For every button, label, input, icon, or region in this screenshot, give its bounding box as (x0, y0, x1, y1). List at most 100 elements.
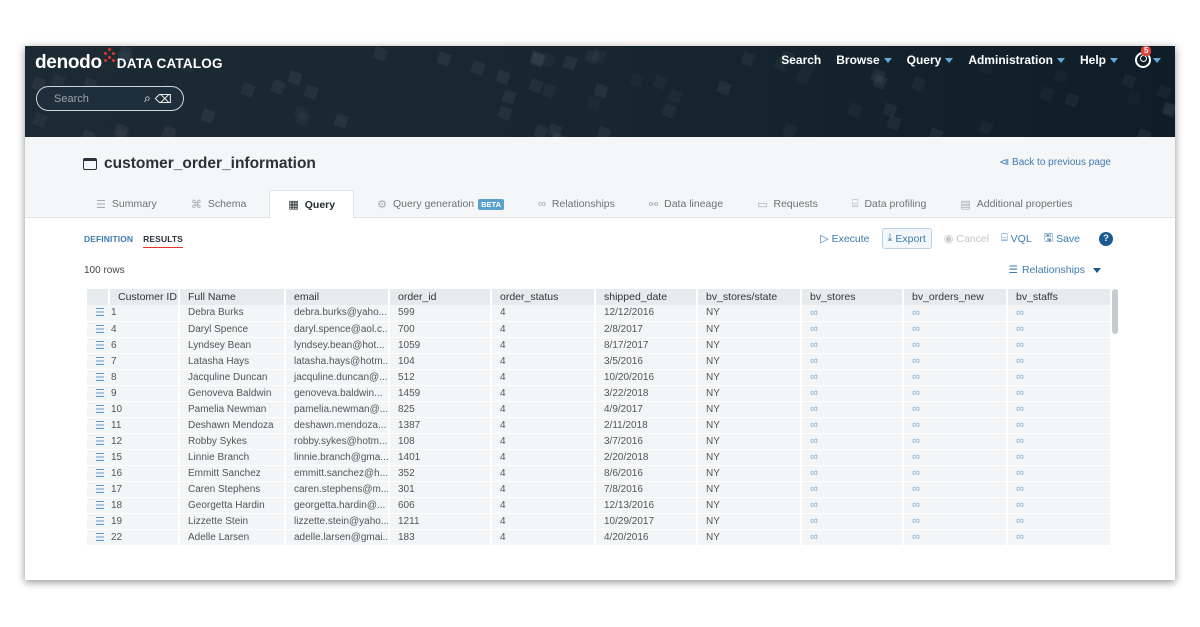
tab-data-lineage[interactable]: ⚯ Data lineage (638, 190, 734, 218)
link-icon[interactable]: ∞ (810, 515, 818, 527)
table-row[interactable]: ☰ 1 Debra Burks debra.burks@yaho... 599 4 12/1… (87, 305, 1112, 322)
relationship-link-cell[interactable]: ∞ (1007, 529, 1112, 546)
relationship-link-cell[interactable]: ∞ (903, 369, 1008, 386)
link-icon[interactable]: ∞ (912, 419, 920, 431)
relationship-link-cell[interactable]: ∞ (903, 449, 1008, 466)
relationship-link-cell[interactable]: ∞ (1007, 481, 1112, 498)
link-icon[interactable]: ∞ (1016, 451, 1024, 463)
nav-administration[interactable]: Administration (968, 53, 1065, 67)
nav-search[interactable]: Search (781, 53, 821, 67)
link-icon[interactable]: ∞ (810, 451, 818, 463)
relationship-link-cell[interactable]: ∞ (1007, 321, 1112, 338)
column-header[interactable]: Full Name (179, 289, 286, 305)
table-row[interactable]: ☰ 17 Caren Stephens caren.stephens@m... 301 4… (87, 481, 1112, 498)
relationship-link-cell[interactable]: ∞ (1007, 385, 1112, 402)
clear-search-icon[interactable]: ⌫ (155, 92, 172, 106)
link-icon[interactable]: ∞ (1016, 323, 1024, 335)
relationship-link-cell[interactable]: ∞ (903, 497, 1008, 514)
relationship-link-cell[interactable]: ∞ (903, 417, 1008, 434)
tab-requests[interactable]: ▭ Requests (746, 190, 829, 218)
table-row[interactable]: ☰ 19 Lizzette Stein lizzette.stein@yaho... 1… (87, 513, 1112, 530)
row-details-icon[interactable]: ☰ (87, 385, 109, 402)
row-details-icon[interactable]: ☰ (87, 401, 109, 418)
link-icon[interactable]: ∞ (912, 323, 920, 335)
row-details-icon[interactable]: ☰ (87, 433, 109, 450)
link-icon[interactable]: ∞ (912, 499, 920, 511)
table-row[interactable]: ☰ 12 Robby Sykes robby.sykes@hotm... 108 4 3/7… (87, 433, 1112, 450)
tab-additional-properties[interactable]: ▤ Additional properties (949, 190, 1083, 218)
relationship-link-cell[interactable]: ∞ (801, 433, 904, 450)
row-details-icon[interactable]: ☰ (87, 529, 109, 546)
link-icon[interactable]: ∞ (810, 307, 818, 319)
relationship-link-cell[interactable]: ∞ (801, 385, 904, 402)
relationship-link-cell[interactable]: ∞ (903, 353, 1008, 370)
relationship-link-cell[interactable]: ∞ (903, 529, 1008, 546)
relationship-link-cell[interactable]: ∞ (1007, 449, 1112, 466)
relationship-link-cell[interactable]: ∞ (903, 433, 1008, 450)
table-row[interactable]: ☰ 22 Adelle Larsen adelle.larsen@gmai... 183… (87, 529, 1112, 546)
row-details-icon[interactable]: ☰ (87, 465, 109, 482)
relationship-link-cell[interactable]: ∞ (903, 321, 1008, 338)
user-menu[interactable]: 5 (1135, 46, 1161, 68)
table-scrollbar[interactable] (1112, 289, 1118, 334)
relationship-link-cell[interactable]: ∞ (1007, 337, 1112, 354)
link-icon[interactable]: ∞ (912, 307, 920, 319)
row-details-icon[interactable]: ☰ (87, 497, 109, 514)
column-header[interactable]: email (285, 289, 390, 305)
relationship-link-cell[interactable]: ∞ (801, 337, 904, 354)
row-details-icon[interactable]: ☰ (87, 369, 109, 386)
export-button[interactable]: ⤓ Export (881, 228, 932, 249)
relationship-link-cell[interactable]: ∞ (1007, 513, 1112, 530)
denodo-logo[interactable]: denodo DATA CATALOG (35, 48, 223, 74)
column-header[interactable]: Customer ID (109, 289, 180, 305)
link-icon[interactable]: ∞ (912, 339, 920, 351)
row-details-icon[interactable]: ☰ (87, 321, 109, 338)
nav-help[interactable]: Help (1080, 53, 1118, 67)
relationship-link-cell[interactable]: ∞ (801, 497, 904, 514)
link-icon[interactable]: ∞ (1016, 371, 1024, 383)
column-header[interactable]: bv_stores (801, 289, 904, 305)
relationship-link-cell[interactable]: ∞ (1007, 417, 1112, 434)
relationship-link-cell[interactable]: ∞ (1007, 353, 1112, 370)
vql-button[interactable]: ⌸ VQL (1001, 228, 1032, 249)
link-icon[interactable]: ∞ (810, 403, 818, 415)
search-input[interactable] (54, 92, 140, 105)
column-header[interactable]: bv_stores/state (697, 289, 802, 305)
column-header[interactable]: order_id (389, 289, 492, 305)
relationship-link-cell[interactable]: ∞ (1007, 433, 1112, 450)
tab-relationships[interactable]: ∞ Relationships (527, 190, 626, 218)
relationship-link-cell[interactable]: ∞ (801, 305, 904, 322)
link-icon[interactable]: ∞ (1016, 435, 1024, 447)
relationship-link-cell[interactable]: ∞ (1007, 305, 1112, 322)
link-icon[interactable]: ∞ (1016, 403, 1024, 415)
tab-summary[interactable]: ☰ Summary (85, 190, 168, 218)
relationship-link-cell[interactable]: ∞ (903, 305, 1008, 322)
relationship-link-cell[interactable]: ∞ (801, 401, 904, 418)
link-icon[interactable]: ∞ (912, 451, 920, 463)
link-icon[interactable]: ∞ (810, 371, 818, 383)
save-button[interactable]: 🖫 Save (1044, 228, 1080, 249)
relationships-dropdown[interactable]: ☰ Relationships (1009, 264, 1101, 276)
tab-query[interactable]: ▦ Query (269, 190, 355, 218)
table-row[interactable]: ☰ 4 Daryl Spence daryl.spence@aol.c... 700 4 2… (87, 321, 1112, 338)
relationship-link-cell[interactable]: ∞ (801, 417, 904, 434)
link-icon[interactable]: ∞ (1016, 419, 1024, 431)
table-row[interactable]: ☰ 18 Georgetta Hardin georgetta.hardin@... 6… (87, 497, 1112, 514)
tab-data-profiling[interactable]: ⌸ Data profiling (841, 190, 937, 218)
link-icon[interactable]: ∞ (912, 403, 920, 415)
relationship-link-cell[interactable]: ∞ (903, 513, 1008, 530)
tab-query-generation[interactable]: ⚙ Query generation BETA (366, 190, 515, 218)
link-icon[interactable]: ∞ (810, 387, 818, 399)
link-icon[interactable]: ∞ (1016, 339, 1024, 351)
relationship-link-cell[interactable]: ∞ (903, 481, 1008, 498)
row-details-icon[interactable]: ☰ (87, 449, 109, 466)
link-icon[interactable]: ∞ (1016, 467, 1024, 479)
link-icon[interactable]: ∞ (912, 483, 920, 495)
relationship-link-cell[interactable]: ∞ (801, 465, 904, 482)
table-row[interactable]: ☰ 6 Lyndsey Bean lyndsey.bean@hot... 1059 4 8/… (87, 337, 1112, 354)
relationship-link-cell[interactable]: ∞ (1007, 401, 1112, 418)
relationship-link-cell[interactable]: ∞ (801, 513, 904, 530)
link-icon[interactable]: ∞ (810, 499, 818, 511)
link-icon[interactable]: ∞ (810, 339, 818, 351)
row-details-icon[interactable]: ☰ (87, 353, 109, 370)
